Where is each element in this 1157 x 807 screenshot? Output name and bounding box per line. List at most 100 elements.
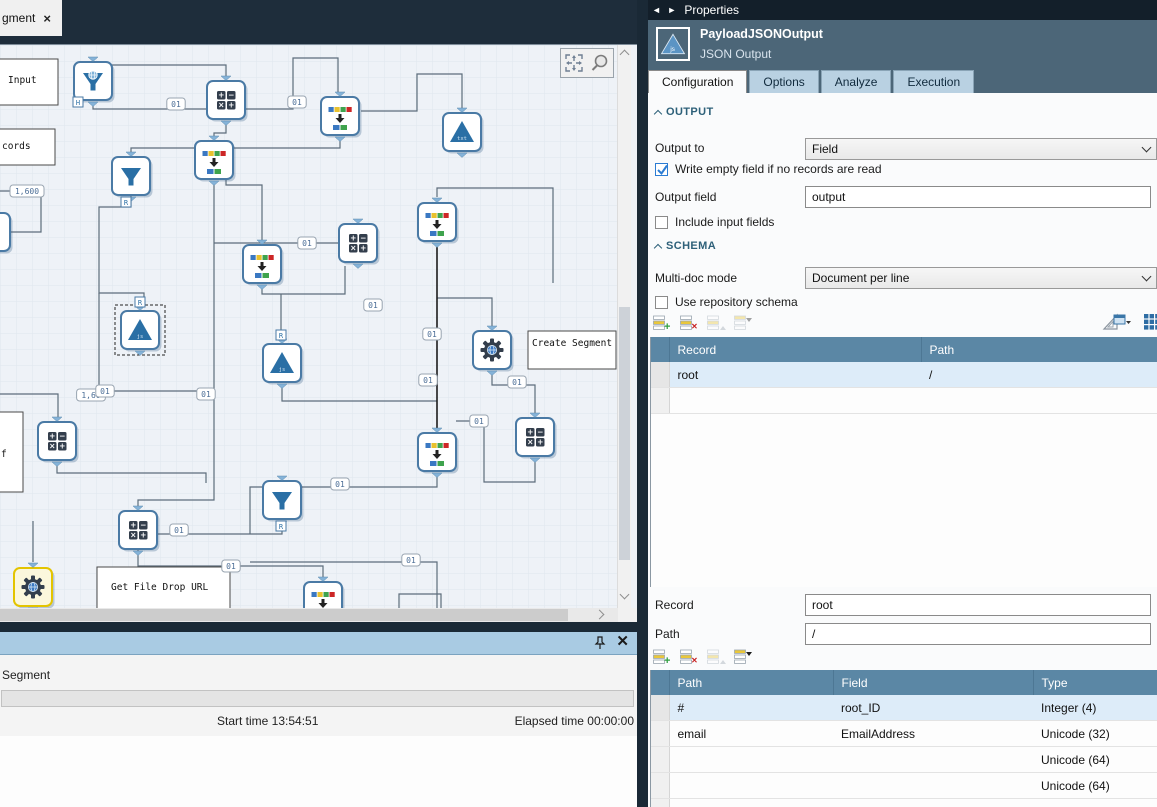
- sorter-node[interactable]: [195, 136, 236, 186]
- table-row[interactable]: #root_IDInteger (4): [651, 695, 1157, 721]
- canvas-tab-bar: gment ×: [0, 0, 637, 44]
- record-count-badge: 1,600: [10, 185, 44, 197]
- write-empty-checkbox-row[interactable]: Write empty field if no records are read: [655, 162, 882, 176]
- sorter-node[interactable]: [321, 92, 362, 142]
- table-row[interactable]: Unicode (64): [651, 773, 1157, 799]
- output-field-input[interactable]: [805, 186, 1151, 208]
- path-field-input[interactable]: [805, 623, 1151, 645]
- svg-text:+: +: [228, 101, 234, 110]
- table-row[interactable]: Unicode (64): [651, 747, 1157, 773]
- fit-view-icon[interactable]: [563, 52, 586, 75]
- svg-text:×: ×: [692, 656, 698, 666]
- column-menu-icon[interactable]: [734, 649, 753, 665]
- svg-text:f: f: [1, 449, 7, 460]
- gear-node[interactable]: [14, 563, 55, 609]
- tab-segment[interactable]: gment ×: [0, 0, 62, 36]
- collapse-icon: [654, 109, 662, 117]
- multidoc-value: Document per line: [806, 271, 1143, 285]
- tab-close-icon[interactable]: ×: [43, 11, 51, 26]
- horizontal-scroll-thumb[interactable]: [0, 609, 568, 621]
- tab-execution[interactable]: Execution: [893, 70, 974, 93]
- delete-row-icon[interactable]: ×: [680, 315, 699, 331]
- funnel-node[interactable]: [112, 152, 153, 202]
- record-count-badge: 01: [222, 560, 240, 572]
- annotation-box[interactable]: f: [0, 412, 23, 492]
- annotation-box[interactable]: Create Segment: [528, 331, 616, 369]
- fields-table: PathFieldType#root_IDInteger (4)emailEma…: [650, 670, 1157, 807]
- canvas-vertical-scrollbar[interactable]: [617, 45, 631, 609]
- use-repo-label: Use repository schema: [675, 295, 798, 309]
- panel-nav-arrows[interactable]: ◄ ►: [652, 5, 678, 15]
- path-field-type-table: PathFieldType#root_IDInteger (4)emailEma…: [651, 670, 1157, 807]
- pin-icon[interactable]: [593, 635, 607, 651]
- svg-text:01: 01: [368, 301, 378, 310]
- delete-row-icon[interactable]: ×: [680, 649, 699, 665]
- grid-node[interactable]: +−×+: [38, 417, 79, 467]
- svg-text:−: −: [360, 234, 366, 243]
- record-field-input[interactable]: [805, 594, 1151, 616]
- grid-view-icon[interactable]: [1144, 314, 1157, 330]
- sorter-node[interactable]: [243, 240, 284, 290]
- scroll-down-icon[interactable]: [618, 591, 631, 607]
- tab-configuration[interactable]: Configuration: [648, 70, 747, 93]
- grid-node[interactable]: +−×+: [207, 76, 248, 126]
- funnel-node[interactable]: [263, 476, 304, 526]
- sorter-node[interactable]: [418, 198, 459, 248]
- properties-titlebar: ◄ ► Properties: [648, 0, 1157, 20]
- use-repo-checkbox-row[interactable]: Use repository schema: [655, 295, 798, 309]
- output-to-select[interactable]: Field: [805, 138, 1157, 160]
- gear-node[interactable]: [473, 326, 514, 376]
- sorter-node[interactable]: [418, 428, 459, 478]
- triangle-node[interactable]: js: [115, 305, 165, 356]
- grid-node[interactable]: +−×+: [119, 506, 160, 556]
- table-row[interactable]: [651, 799, 1157, 807]
- plain-node[interactable]: [0, 213, 13, 254]
- tab-options[interactable]: Options: [749, 70, 818, 93]
- annotation-box[interactable]: cords: [0, 129, 55, 165]
- execution-panel-titlebar[interactable]: ✕: [0, 632, 637, 655]
- add-row-icon[interactable]: +: [653, 315, 672, 331]
- output-section-header[interactable]: OUTPUT: [655, 106, 714, 118]
- tab-analyze[interactable]: Analyze: [821, 70, 892, 93]
- table-row[interactable]: emailEmailAddressUnicode (32): [651, 721, 1157, 747]
- include-input-checkbox[interactable]: [655, 216, 668, 229]
- svg-text:js: js: [137, 334, 144, 340]
- svg-text:×: ×: [130, 531, 136, 540]
- add-row-icon[interactable]: +: [653, 649, 672, 665]
- configuration-content: OUTPUT Output to Field Write empty field…: [648, 93, 1157, 807]
- multidoc-select[interactable]: Document per line: [805, 267, 1157, 289]
- write-empty-checkbox[interactable]: [655, 163, 668, 176]
- svg-text:01: 01: [406, 556, 416, 565]
- grid-node[interactable]: +−×+: [339, 219, 380, 269]
- annotation-box[interactable]: Get File Drop URL: [97, 567, 230, 609]
- magnifier-icon[interactable]: [589, 52, 612, 75]
- scroll-right-icon[interactable]: [595, 610, 605, 620]
- close-panel-icon[interactable]: ✕: [616, 632, 629, 650]
- include-input-checkbox-row[interactable]: Include input fields: [655, 215, 774, 229]
- schema-section-header[interactable]: SCHEMA: [655, 240, 716, 252]
- flow-diagram[interactable]: Input cords f Create Segment Get File Drop U…: [0, 45, 618, 609]
- flow-canvas[interactable]: Input cords f Create Segment Get File Drop U…: [0, 44, 637, 622]
- multidoc-label: Multi-doc mode: [655, 271, 737, 285]
- sorter-node[interactable]: [304, 577, 345, 609]
- use-repo-checkbox[interactable]: [655, 296, 668, 309]
- canvas-horizontal-scrollbar[interactable]: [0, 608, 618, 622]
- svg-text:+: +: [664, 321, 670, 331]
- scrollbar-corner: [618, 608, 637, 622]
- table-row[interactable]: [651, 388, 1157, 414]
- vertical-scroll-thumb[interactable]: [619, 307, 630, 560]
- scroll-up-icon[interactable]: [618, 45, 631, 61]
- mapper-select-icon[interactable]: [1101, 312, 1131, 337]
- gear-service-icon: [481, 339, 504, 362]
- triangle-node[interactable]: js: [263, 339, 304, 389]
- port-badge: R: [135, 297, 145, 307]
- log-area: [0, 736, 637, 807]
- annotation-box[interactable]: Input: [0, 59, 58, 105]
- triangle-node[interactable]: txt: [443, 108, 484, 158]
- move-up-icon: [707, 649, 726, 665]
- svg-text:txt: txt: [457, 136, 467, 142]
- table-row[interactable]: root/: [651, 362, 1157, 388]
- grid-node[interactable]: +−×+: [516, 413, 557, 463]
- app-window: gment × Input cords f Create Segment Get Fil…: [0, 0, 1157, 807]
- port-badge: R: [121, 197, 131, 207]
